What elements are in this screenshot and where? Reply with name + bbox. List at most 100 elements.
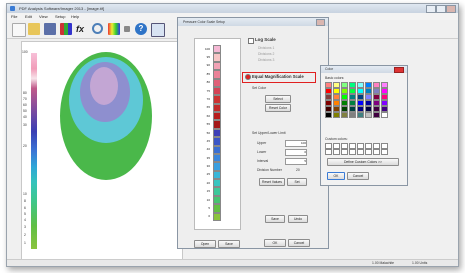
status-left: 1.00 Malachite — [372, 261, 395, 265]
magnifier-icon[interactable] — [92, 23, 103, 34]
scale-color-column[interactable] — [213, 45, 221, 221]
custom-color-swatch[interactable] — [373, 149, 380, 155]
custom-color-swatch[interactable] — [365, 149, 372, 155]
color-dialog-close-button[interactable] — [394, 67, 404, 73]
menu-help[interactable]: Help — [71, 14, 79, 19]
limit-group-label: Set Upper/Lower Limit — [252, 131, 286, 135]
scale-color-swatch[interactable] — [213, 204, 221, 213]
select-color-button[interactable]: Select — [265, 95, 291, 103]
scale-color-swatch[interactable] — [213, 86, 221, 96]
custom-color-swatch[interactable] — [381, 149, 388, 155]
menu-view[interactable]: View — [39, 14, 48, 19]
scale-value-label: 95 — [206, 55, 210, 60]
basic-color-swatch[interactable] — [349, 112, 356, 118]
menu-setup[interactable]: Setup — [55, 14, 65, 19]
basic-color-swatch[interactable] — [333, 112, 340, 118]
scale-color-swatch[interactable] — [213, 70, 221, 79]
scale-label: 10 — [23, 192, 27, 196]
open-scale-button[interactable]: Open — [194, 240, 216, 248]
dialog-close-button[interactable] — [316, 19, 325, 26]
scale-color-swatch[interactable] — [213, 78, 221, 87]
scale-color-swatch[interactable] — [213, 95, 221, 104]
scale-value-label: 75 — [206, 88, 210, 93]
division-number-value: 20 — [296, 168, 300, 172]
custom-color-swatch[interactable] — [333, 149, 340, 155]
interval-value-input[interactable]: 5 — [285, 158, 307, 165]
image-view[interactable]: 100 80 70 60 50 40 30 20 10 8 6 5 4 3 2 … — [21, 41, 183, 260]
scale-color-swatch[interactable] — [213, 128, 221, 138]
equal-mag-radio[interactable] — [245, 74, 251, 80]
pressure-zone-core — [90, 67, 118, 105]
save-icon[interactable] — [44, 23, 56, 35]
histogram-icon[interactable] — [60, 23, 72, 35]
color-dialog-title: Color — [325, 67, 334, 71]
scale-color-swatch[interactable] — [213, 112, 221, 121]
scale-color-swatch[interactable] — [213, 179, 221, 188]
scale-label: 4 — [24, 218, 26, 222]
reset-color-button[interactable]: Reset Color — [265, 104, 291, 112]
scale-color-swatch[interactable] — [213, 120, 221, 129]
basic-color-swatch[interactable] — [325, 112, 332, 118]
reset-values-button[interactable]: Reset Values — [259, 178, 285, 186]
scale-color-swatch[interactable] — [213, 187, 221, 196]
save-scale-button[interactable]: Save — [218, 240, 240, 248]
menu-file[interactable]: File — [11, 14, 17, 19]
basic-color-swatch[interactable] — [373, 112, 380, 118]
lower-value-input[interactable]: 0 — [285, 149, 307, 156]
scale-color-swatch[interactable] — [213, 103, 221, 113]
cancel-button[interactable]: Cancel — [288, 239, 310, 247]
window-title: PDF Analysis Software/Imager 2013 - [ima… — [19, 6, 105, 11]
set-button[interactable]: Set — [287, 178, 307, 186]
open-folder-icon[interactable] — [28, 23, 40, 35]
info-icon[interactable] — [151, 23, 165, 37]
scale-color-swatch[interactable] — [213, 145, 221, 154]
minimize-button[interactable] — [426, 5, 436, 13]
upper-value-input[interactable]: 100 — [285, 140, 307, 147]
scale-label: 50 — [23, 109, 27, 113]
formula-icon[interactable]: fx — [76, 23, 88, 35]
ok-button[interactable]: OK — [264, 239, 286, 247]
scale-color-swatch[interactable] — [213, 153, 221, 163]
basic-color-swatch[interactable] — [365, 112, 372, 118]
scale-label: 8 — [24, 199, 26, 203]
upper-label: Upper — [257, 141, 267, 145]
basic-color-swatch[interactable] — [381, 112, 388, 118]
color-ok-button[interactable]: OK — [327, 172, 345, 180]
new-document-icon[interactable] — [12, 23, 26, 37]
menu-edit[interactable]: Edit — [25, 14, 32, 19]
main-window: PDF Analysis Software/Imager 2013 - [ima… — [6, 3, 459, 267]
scale-color-swatch[interactable] — [213, 53, 221, 62]
color-cancel-button[interactable]: Cancel — [347, 172, 369, 180]
color-palette-icon[interactable] — [108, 23, 120, 35]
help-icon[interactable]: ? — [135, 23, 147, 35]
scale-color-swatch[interactable] — [213, 137, 221, 146]
scale-color-swatch[interactable] — [213, 45, 221, 54]
log-option[interactable]: Divisions 2 — [258, 52, 274, 56]
maximize-button[interactable] — [436, 5, 446, 13]
define-custom-colors-button[interactable]: Define Custom Colors >> — [327, 158, 399, 166]
log-option[interactable]: Divisions 1 — [258, 46, 274, 50]
left-color-scale — [31, 53, 37, 249]
basic-color-swatch[interactable] — [357, 112, 364, 118]
custom-color-swatch[interactable] — [325, 149, 332, 155]
custom-color-swatch[interactable] — [341, 149, 348, 155]
set-color-label: Set Color — [252, 86, 267, 90]
scale-color-swatch[interactable] — [213, 212, 221, 221]
log-scale-checkbox[interactable] — [248, 38, 254, 44]
save-settings-button[interactable]: Save — [265, 215, 285, 223]
scale-color-swatch[interactable] — [213, 195, 221, 205]
interval-label: Interval — [257, 159, 269, 163]
close-button[interactable] — [446, 5, 456, 13]
log-option[interactable]: Divisions 3 — [258, 58, 274, 62]
scale-color-swatch[interactable] — [213, 162, 221, 171]
measure-icon[interactable] — [124, 26, 130, 32]
scale-value-label: 40 — [206, 147, 210, 152]
lower-label: Lower — [257, 150, 267, 154]
custom-color-swatch[interactable] — [349, 149, 356, 155]
scale-color-swatch[interactable] — [213, 170, 221, 180]
custom-color-swatch[interactable] — [357, 149, 364, 155]
basic-color-swatch[interactable] — [341, 112, 348, 118]
scale-color-swatch[interactable] — [213, 61, 221, 71]
undo-button[interactable]: Undo — [288, 215, 308, 223]
scale-value-label: 65 — [206, 105, 210, 110]
